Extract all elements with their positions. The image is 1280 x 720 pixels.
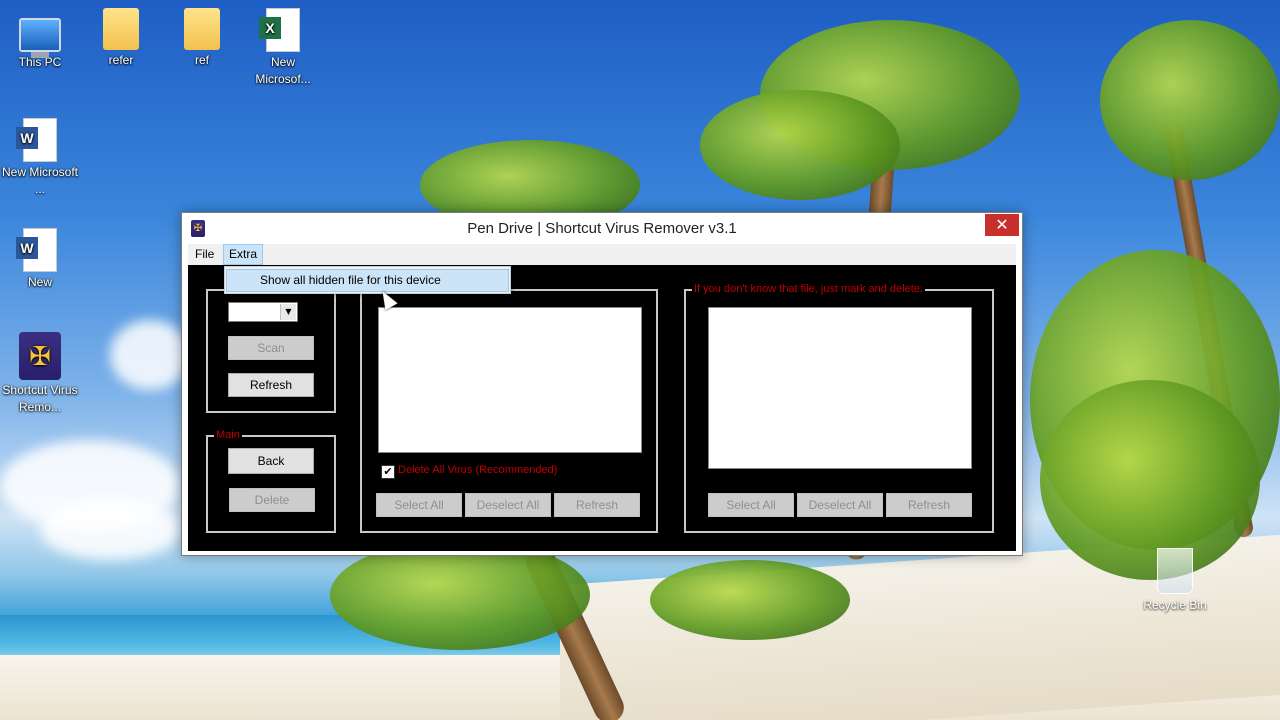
- palm-fronds: [650, 560, 850, 640]
- main-group: Main Back Delete: [206, 429, 336, 533]
- main-group-label: Main: [214, 429, 242, 441]
- desktop-icon-label: New: [27, 275, 52, 289]
- refresh-list-button[interactable]: Refresh: [886, 493, 972, 517]
- menu-item-label: Show all hidden file for this device: [260, 273, 441, 287]
- menu-extra[interactable]: Extra: [223, 244, 264, 265]
- desktop-icon-new-word[interactable]: W New Microsoft ...: [1, 118, 79, 198]
- unknown-files-group-label: If you don't know that file, just mark a…: [692, 283, 925, 295]
- window-title: Pen Drive | Shortcut Virus Remover v3.1: [467, 220, 737, 237]
- drive-select[interactable]: ▼: [228, 302, 298, 322]
- cloud: [40, 500, 180, 560]
- refresh-list-button[interactable]: Refresh: [554, 493, 640, 517]
- desktop-icon-ref[interactable]: ref: [163, 8, 241, 69]
- word-document-icon: W: [16, 118, 57, 162]
- deselect-all-button[interactable]: Deselect All: [797, 493, 883, 517]
- desktop-icon-label: Recycle Bin: [1143, 598, 1207, 612]
- folder-icon: [103, 8, 139, 50]
- extra-menu-dropdown: Show all hidden file for this device: [224, 266, 511, 294]
- virus-file-list[interactable]: [378, 307, 642, 453]
- menu-file[interactable]: File: [190, 244, 219, 265]
- select-all-button[interactable]: Select All: [376, 493, 462, 517]
- cloud: [110, 320, 190, 390]
- desktop-icon-new[interactable]: W New: [1, 228, 79, 291]
- word-document-icon: W: [16, 228, 57, 272]
- close-button[interactable]: ✕: [985, 214, 1019, 236]
- unknown-file-list[interactable]: [708, 307, 972, 469]
- virus-files-group: ✔ Delete All Virus (Recommended) Select …: [360, 289, 658, 533]
- select-all-button[interactable]: Select All: [708, 493, 794, 517]
- delete-button[interactable]: Delete: [229, 488, 315, 512]
- palm-fronds: [1100, 20, 1280, 180]
- menu-item-show-hidden-files[interactable]: Show all hidden file for this device: [226, 269, 509, 292]
- desktop-icon-new-excel[interactable]: X New Microsof...: [244, 8, 322, 88]
- title-bar[interactable]: ✠ Pen Drive | Shortcut Virus Remover v3.…: [182, 213, 1022, 244]
- unknown-files-group: If you don't know that file, just mark a…: [684, 283, 994, 533]
- desktop-icon-recycle-bin[interactable]: Recycle Bin: [1140, 548, 1210, 612]
- folder-icon: [184, 8, 220, 50]
- desktop-icon-shortcut-virus-remover[interactable]: ✠ Shortcut Virus Remo...: [1, 332, 79, 416]
- palm-fronds: [330, 540, 590, 650]
- delete-all-virus-checkbox[interactable]: ✔: [381, 465, 395, 479]
- desktop-icon-label: Shortcut Virus Remo...: [2, 383, 78, 414]
- shortcut-virus-remover-icon: ✠: [19, 332, 61, 380]
- client-area: ▼ Scan Refresh Main Back Delete ✔ Delete…: [188, 265, 1016, 551]
- chevron-down-icon: ▼: [280, 304, 296, 320]
- desktop-icon-this-pc[interactable]: This PC: [1, 10, 79, 71]
- refresh-button[interactable]: Refresh: [228, 373, 314, 397]
- desktop-icon-label: New Microsof...: [255, 55, 311, 86]
- delete-all-virus-label: Delete All Virus (Recommended): [398, 464, 558, 476]
- desktop-icon-label: refer: [108, 53, 134, 67]
- app-window: ✠ Pen Drive | Shortcut Virus Remover v3.…: [181, 212, 1023, 556]
- drive-group: ▼ Scan Refresh: [206, 289, 336, 413]
- excel-document-icon: X: [259, 8, 300, 52]
- back-button[interactable]: Back: [228, 448, 314, 474]
- desktop-icon-label: ref: [194, 53, 209, 67]
- menu-bar: File Extra: [188, 244, 1016, 265]
- desktop-icon-label: New Microsoft ...: [1, 165, 78, 196]
- palm-fronds: [700, 90, 900, 200]
- scan-button[interactable]: Scan: [228, 336, 314, 360]
- desktop-icon-refer[interactable]: refer: [82, 8, 160, 69]
- computer-icon: [19, 18, 61, 58]
- deselect-all-button[interactable]: Deselect All: [465, 493, 551, 517]
- recycle-bin-icon: [1157, 548, 1193, 594]
